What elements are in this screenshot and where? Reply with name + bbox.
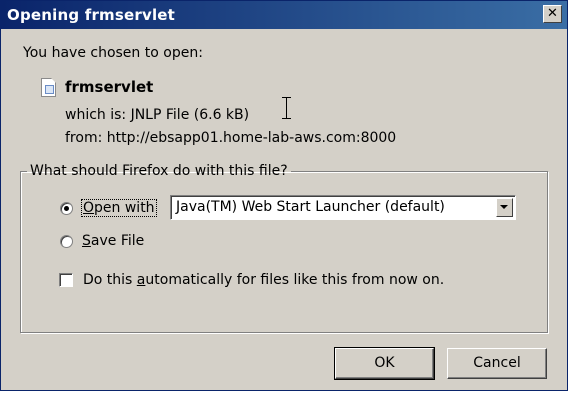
intro-text: You have chosen to open:	[23, 45, 203, 61]
action-group-legend: What should Firefox do with this file?	[30, 163, 288, 179]
dialog-title: Opening frmservlet	[7, 6, 176, 24]
jnlp-file-icon	[41, 78, 56, 97]
dialog-window: Opening frmservlet ✕ You have chosen to …	[0, 0, 568, 391]
chevron-down-icon[interactable]	[496, 198, 513, 217]
auto-action-checkbox[interactable]	[59, 273, 73, 287]
save-file-radio[interactable]	[60, 235, 73, 248]
cancel-button[interactable]: Cancel	[447, 348, 547, 379]
auto-action-label[interactable]: Do this automatically for files like thi…	[83, 272, 444, 288]
open-with-radio[interactable]	[60, 202, 73, 215]
file-name: frmservlet	[65, 78, 154, 96]
title-bar[interactable]: Opening frmservlet ✕	[1, 1, 567, 29]
text-cursor-icon	[281, 97, 293, 119]
file-source: from: http://ebsapp01.home-lab-aws.com:8…	[65, 130, 397, 146]
close-button[interactable]: ✕	[543, 5, 562, 23]
application-select-value: Java(TM) Web Start Launcher (default)	[176, 199, 445, 215]
background-edge	[568, 0, 573, 397]
application-select[interactable]: Java(TM) Web Start Launcher (default)	[170, 195, 516, 220]
file-type: which is: JNLP File (6.6 kB)	[65, 107, 250, 123]
open-with-label[interactable]: Open with	[81, 199, 157, 217]
save-file-label[interactable]: Save File	[82, 233, 144, 249]
close-icon: ✕	[547, 6, 558, 21]
ok-button[interactable]: OK	[334, 347, 435, 380]
